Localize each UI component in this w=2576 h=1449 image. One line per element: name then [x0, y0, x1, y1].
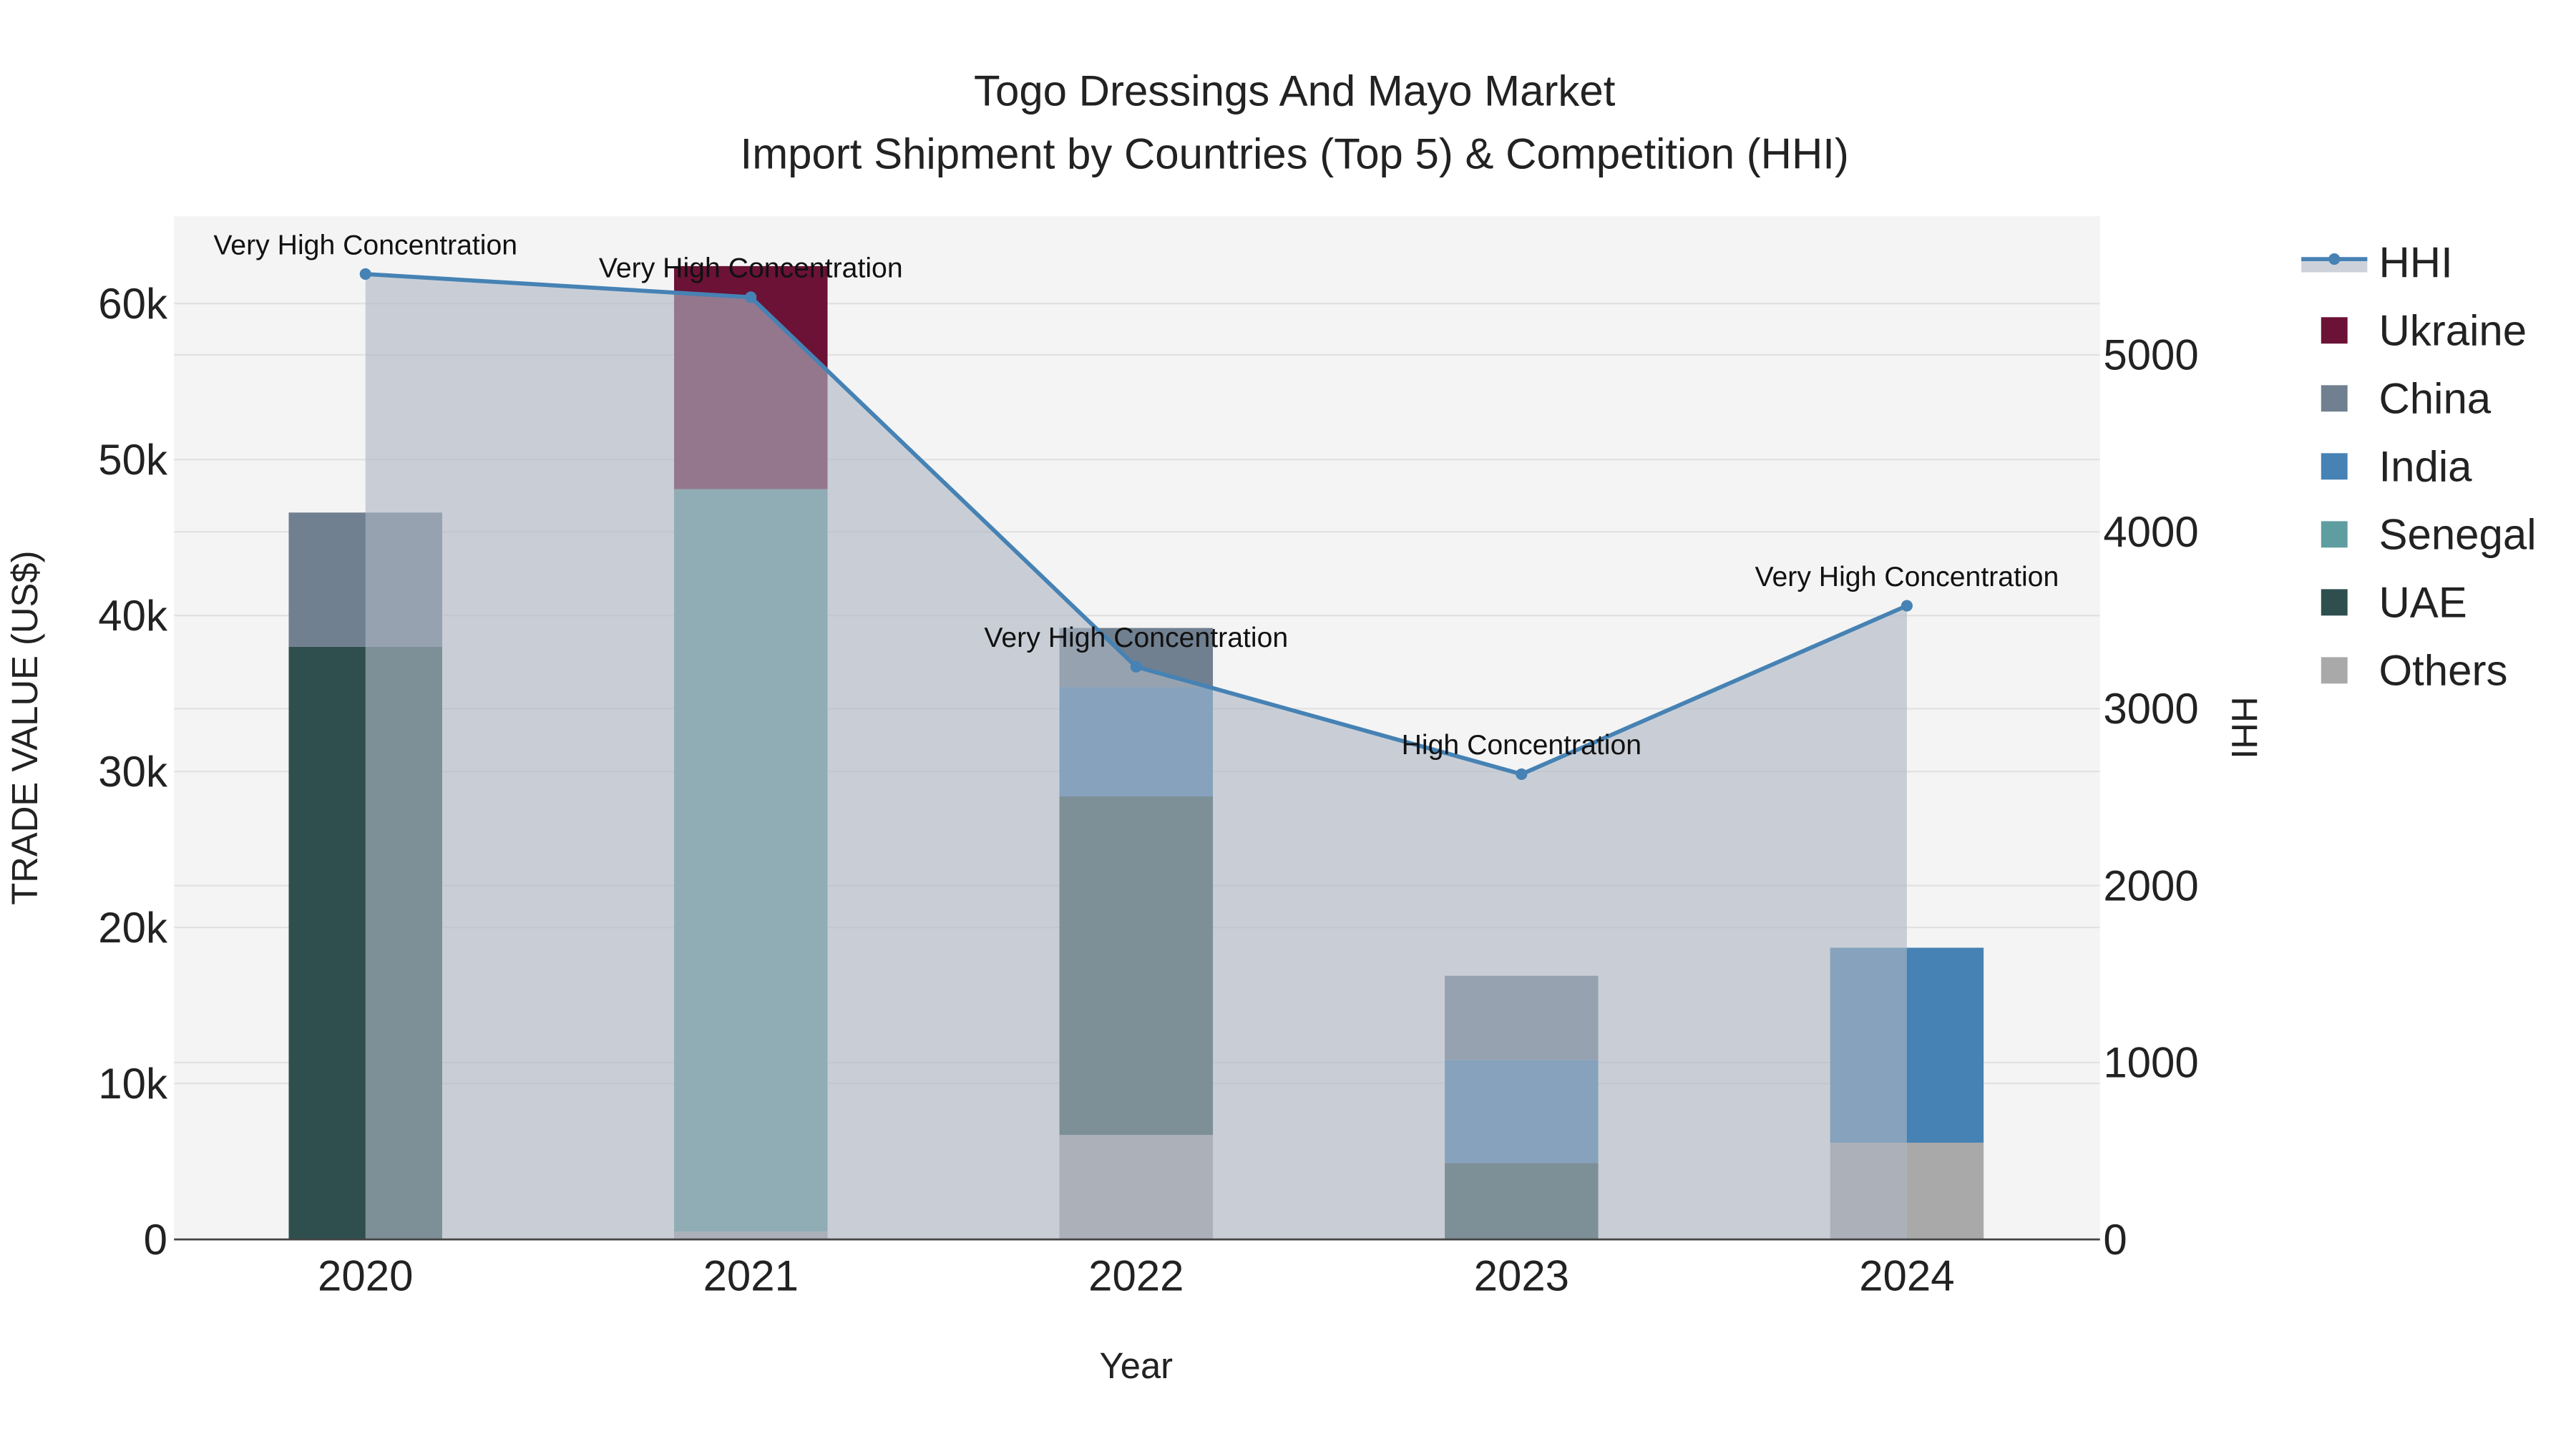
legend-swatch-uae [2321, 589, 2348, 616]
x-axis-label: Year [1100, 1345, 1174, 1386]
y2-tick-label: 0 [2103, 1216, 2127, 1264]
chart-title-line1: Togo Dressings And Mayo Market [974, 67, 1616, 115]
legend-swatch-china [2321, 385, 2348, 412]
x-tick-label: 2024 [1859, 1252, 1954, 1300]
legend-item-others[interactable]: Others [2379, 647, 2508, 695]
hhi-annotation: Very High Concentration [599, 253, 903, 284]
x-tick-label: 2021 [703, 1252, 799, 1300]
y2-tick-label: 5000 [2103, 331, 2198, 379]
hhi-point [1130, 660, 1142, 673]
y2-tick-label: 2000 [2103, 862, 2198, 909]
y-tick-label: 60k [98, 280, 168, 328]
y-tick-label: 40k [98, 592, 168, 640]
chart: Togo Dressings And Mayo Market Import Sh… [4, 67, 2537, 1386]
legend-item-ukraine[interactable]: Ukraine [2379, 306, 2527, 354]
x-tick-label: 2022 [1088, 1252, 1184, 1300]
y2-axis-label: HHI [2224, 696, 2265, 758]
y-tick-label: 20k [98, 904, 168, 952]
y2-tick-label: 1000 [2103, 1039, 2198, 1087]
y2-tick-label: 3000 [2103, 685, 2198, 733]
hhi-point [745, 291, 757, 303]
y-tick-label: 10k [98, 1060, 168, 1108]
y-axis-label: TRADE VALUE (US$) [4, 550, 45, 904]
legend-hhi-marker [2328, 253, 2341, 265]
legend-swatch-senegal [2321, 521, 2348, 548]
hhi-annotation: Very High Concentration [213, 230, 517, 260]
legend-swatch-ukraine [2321, 317, 2348, 344]
legend-swatch-india [2321, 453, 2348, 480]
chart-title-line2: Import Shipment by Countries (Top 5) & C… [741, 130, 1849, 177]
legend-swatch-others [2321, 657, 2348, 684]
y-tick-label: 50k [98, 436, 168, 484]
legend-item-hhi[interactable]: HHI [2379, 238, 2453, 286]
legend-item-uae[interactable]: UAE [2379, 579, 2467, 627]
y-tick-label: 30k [98, 748, 168, 796]
legend-item-india[interactable]: India [2379, 443, 2473, 491]
hhi-annotation: Very High Concentration [984, 623, 1288, 653]
hhi-point [359, 268, 371, 280]
legend-item-china[interactable]: China [2379, 375, 2492, 423]
hhi-annotation: High Concentration [1402, 730, 1641, 761]
hhi-annotation: Very High Concentration [1755, 562, 2059, 592]
x-tick-label: 2023 [1474, 1252, 1569, 1300]
y2-tick-label: 4000 [2103, 508, 2198, 556]
y-tick-label: 0 [144, 1216, 167, 1264]
x-tick-label: 2020 [318, 1252, 413, 1300]
hhi-point [1901, 600, 1913, 612]
legend-item-senegal[interactable]: Senegal [2379, 511, 2537, 559]
hhi-point [1516, 768, 1528, 780]
